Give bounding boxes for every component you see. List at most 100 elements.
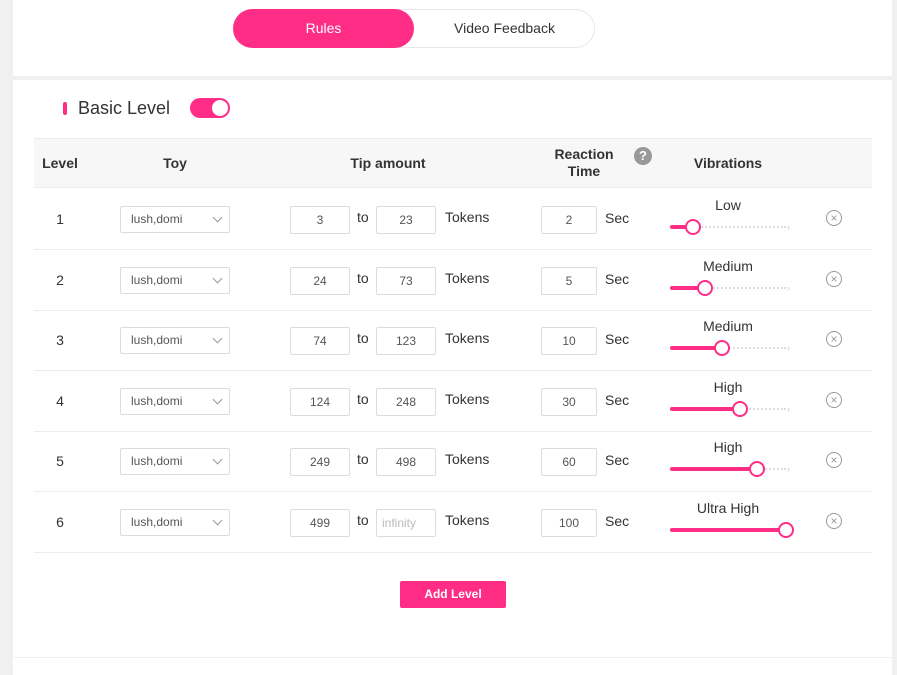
table-row: 3 lush,domi 74 to 123 Tokens 10 Sec Medium › × [34,310,872,371]
remove-level-icon[interactable]: × [826,512,842,529]
reaction-time-input[interactable]: 5 [541,266,597,295]
slider-fill [670,467,757,471]
table-row: 2 lush,domi 24 to 73 Tokens 5 Sec Medium › × [34,250,872,311]
tip-from-input[interactable]: 124 [290,387,350,416]
chevron-right-icon: › [787,222,790,232]
tip-from-input[interactable]: 74 [290,327,350,355]
chevron-down-icon [212,273,223,283]
level-number: 5 [56,453,64,469]
chevron-right-icon: › [787,343,790,353]
vibration-level-label: High [713,439,743,455]
reaction-time-input[interactable]: 10 [541,327,597,355]
tip-to-input[interactable]: 123 [376,327,436,355]
vibration-level-label: Ultra High [696,499,760,516]
tokens-label: Tokens [445,209,490,225]
toy-select[interactable]: lush,domi [120,327,230,354]
sec-label: Sec [605,210,630,226]
table-row: 4 lush,domi 124 to 248 Tokens 30 Sec High › × [34,371,872,432]
to-label: to [357,269,369,286]
section-title-text: Basic Level [78,98,171,118]
reaction-time-input[interactable]: 60 [541,448,597,476]
to-label: to [357,451,369,467]
bottom-panel [13,658,892,675]
remove-level-icon[interactable]: × [826,391,842,408]
tip-from-input[interactable]: 24 [290,266,350,295]
tab-rules[interactable]: Rules [233,9,414,48]
toy-select-value: lush,domi [131,393,183,408]
sec-label: Sec [605,391,630,408]
toy-select-value: lush,domi [131,514,183,529]
vibration-level-label: Low [715,197,741,213]
column-level: Level [42,155,78,171]
basic-level-toggle[interactable] [190,98,230,118]
toy-select[interactable]: lush,domi [120,448,230,475]
table-row: 6 lush,domi 499 to infinity Tokens 100 Sec Ultra… [34,492,872,553]
remove-level-icon[interactable]: × [826,452,842,468]
slider-thumb[interactable] [714,340,731,356]
to-label: to [357,209,369,225]
tip-to-input[interactable]: 73 [376,266,436,295]
tip-to-input[interactable]: 248 [376,387,436,416]
toy-select-value: lush,domi [131,272,183,287]
reaction-time-input[interactable]: 30 [541,387,597,416]
level-number: 2 [56,271,64,288]
toy-select[interactable]: lush,domi [120,266,230,294]
add-level-button[interactable]: Add Level [400,581,506,608]
slider-thumb[interactable] [778,521,794,538]
slider-thumb[interactable] [749,461,765,477]
toy-select[interactable]: lush,domi [120,206,230,233]
table-header: Level Toy Tip amount Reaction Time ? Vib… [34,138,872,188]
tokens-label: Tokens [445,511,490,528]
column-toy: Toy [163,155,187,171]
column-vibrations: Vibrations [693,155,763,171]
remove-level-icon[interactable]: × [826,331,842,347]
remove-level-icon[interactable]: × [826,210,842,226]
tip-from-input[interactable]: 249 [290,448,350,476]
tip-to-input[interactable]: 498 [376,448,436,476]
chevron-down-icon [212,212,223,223]
chevron-down-icon [212,333,223,344]
vibration-level-label: Medium [703,257,753,274]
slider-thumb[interactable] [696,279,713,296]
tab-bar: Rules Video Feedback [233,9,595,48]
chevron-right-icon: › [787,464,790,474]
to-label: to [357,330,369,346]
vibration-slider[interactable] [670,521,794,538]
remove-level-icon[interactable]: × [826,270,842,287]
reaction-time-input[interactable]: 100 [541,508,597,537]
vibration-slider[interactable]: › [670,340,790,356]
level-number: 3 [56,332,64,348]
tip-from-input[interactable]: 499 [290,508,350,537]
help-icon[interactable]: ? [634,147,652,165]
table-row: 5 lush,domi 249 to 498 Tokens 60 Sec High › × [34,431,872,492]
level-number: 1 [56,211,64,227]
toy-select[interactable]: lush,domi [120,387,230,415]
tab-video-feedback[interactable]: Video Feedback [414,9,595,48]
vibration-slider[interactable]: › [670,400,790,417]
to-label: to [357,390,369,407]
chevron-down-icon [212,454,223,465]
column-tip-amount: Tip amount [350,155,426,171]
tip-to-input[interactable]: 23 [376,206,436,234]
level-number: 6 [56,513,64,530]
sec-label: Sec [605,512,630,529]
table-row: 1 lush,domi 3 to 23 Tokens 2 Sec Low › × [34,189,872,250]
tip-to-input[interactable]: infinity [376,508,436,537]
toy-select-value: lush,domi [131,333,183,347]
reaction-time-input[interactable]: 2 [541,206,597,234]
chevron-down-icon [212,394,223,404]
vibration-slider[interactable]: › [670,219,790,235]
chevron-right-icon: › [787,403,790,414]
toggle-knob [212,100,228,116]
slider-fill [670,406,740,411]
vibration-slider[interactable]: › [670,461,790,477]
slider-fill [670,527,786,532]
toy-select[interactable]: lush,domi [120,508,230,536]
sec-label: Sec [605,331,630,347]
vibration-level-label: High [713,378,743,395]
slider-thumb[interactable] [685,219,702,235]
vibration-slider[interactable]: › [670,279,790,296]
tokens-label: Tokens [445,269,490,286]
tip-from-input[interactable]: 3 [290,206,350,234]
slider-thumb[interactable] [731,400,748,417]
